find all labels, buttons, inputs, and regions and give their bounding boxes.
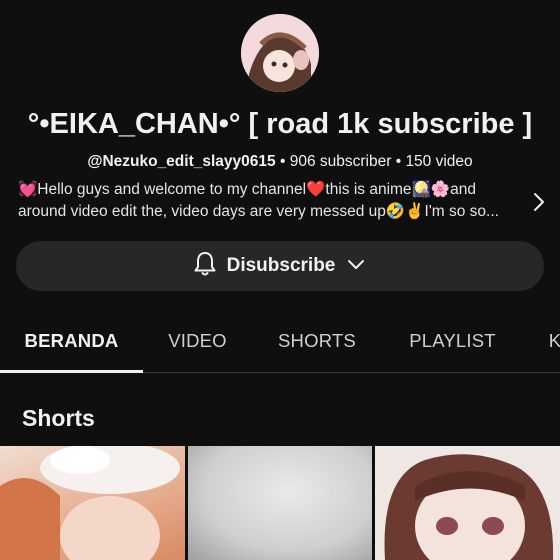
shorts-thumbnail[interactable] [375, 446, 560, 560]
thumbnail-image [0, 446, 180, 560]
description-line: around video edit the, video days are ve… [18, 203, 499, 220]
channel-name: °•EIKA_CHAN•° [ road 1k subscribe ] [27, 108, 533, 140]
tab-more[interactable]: K [540, 318, 560, 370]
avatar-anime-illustration [241, 14, 319, 92]
shorts-thumbnail[interactable] [0, 446, 185, 560]
tab-playlist[interactable]: PLAYLIST [395, 318, 510, 370]
tab-beranda[interactable]: BERANDA [0, 318, 143, 373]
description-line: 💓Hello guys and welcome to my channel❤️t… [18, 181, 477, 198]
subscriber-count: 906 subscriber [289, 153, 392, 170]
shorts-thumbnail[interactable] [188, 446, 372, 560]
video-count: 150 video [405, 153, 473, 170]
subscribe-button[interactable]: Disubscribe [16, 241, 544, 291]
bell-icon [193, 251, 217, 282]
chevron-down-icon [345, 253, 367, 280]
thumbnail-image [384, 454, 554, 560]
chevron-right-icon[interactable] [528, 188, 550, 216]
channel-meta: @Nezuko_edit_slayy0615 • 906 subscriber … [0, 153, 560, 171]
meta-separator: • [279, 153, 286, 170]
tab-shorts[interactable]: SHORTS [262, 318, 372, 370]
subscribe-button-label: Disubscribe [226, 255, 336, 276]
shorts-section-title: Shorts [22, 405, 95, 431]
channel-avatar[interactable] [241, 14, 319, 92]
tab-video[interactable]: VIDEO [150, 318, 245, 370]
meta-separator: • [395, 153, 402, 170]
channel-handle[interactable]: @Nezuko_edit_slayy0615 [87, 153, 275, 170]
channel-tabs: BERANDA VIDEO SHORTS PLAYLIST K [0, 318, 560, 373]
channel-description[interactable]: 💓Hello guys and welcome to my channel❤️t… [18, 179, 523, 223]
